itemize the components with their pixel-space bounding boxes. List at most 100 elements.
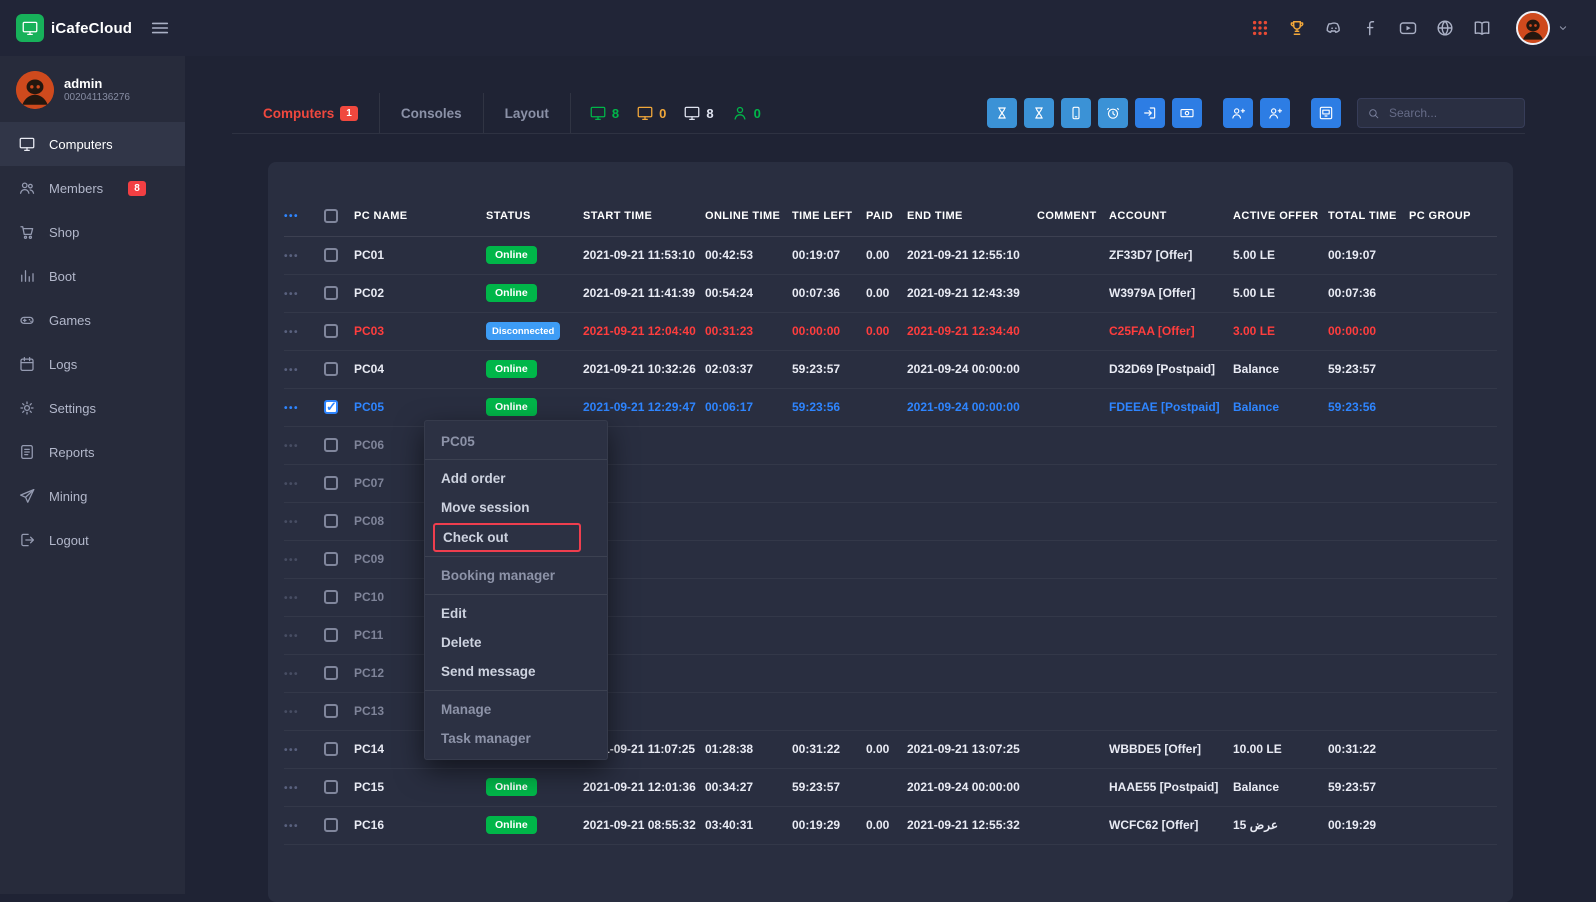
sidebar-item-shop[interactable]: Shop xyxy=(0,210,185,254)
row-checkbox[interactable] xyxy=(324,590,338,604)
book-icon[interactable] xyxy=(1472,18,1492,38)
table-row-pc04[interactable]: •••PC04Online2021-09-21 10:32:2602:03:37… xyxy=(284,350,1497,388)
menu-item-add-order[interactable]: Add order xyxy=(425,464,607,493)
user-plus-button[interactable] xyxy=(1223,98,1253,128)
youtube-icon[interactable] xyxy=(1398,18,1418,38)
cell-pc-group xyxy=(1409,236,1497,274)
row-menu-icon[interactable]: ••• xyxy=(284,669,299,680)
row-checkbox[interactable] xyxy=(324,248,338,262)
table-row-pc02[interactable]: •••PC02Online2021-09-21 11:41:3900:54:24… xyxy=(284,274,1497,312)
table-row-pc03[interactable]: •••PC03Disconnected2021-09-21 12:04:4000… xyxy=(284,312,1497,350)
row-menu-icon[interactable]: ••• xyxy=(284,289,299,300)
user-id: 002041136276 xyxy=(64,91,130,104)
sidebar-item-mining[interactable]: Mining xyxy=(0,474,185,518)
select-all-checkbox[interactable] xyxy=(324,209,338,223)
monitor-box-button[interactable] xyxy=(1311,98,1341,128)
row-checkbox[interactable] xyxy=(324,514,338,528)
row-checkbox[interactable] xyxy=(324,666,338,680)
sidebar-item-logout[interactable]: Logout xyxy=(0,518,185,562)
hourglass-button[interactable] xyxy=(1024,98,1054,128)
cell-account: C25FAA [Offer] xyxy=(1109,312,1233,350)
cell-online-time: 00:06:17 xyxy=(705,388,792,426)
cell-paid: 0.00 xyxy=(866,274,907,312)
menu-item-manage[interactable]: Manage xyxy=(425,695,607,724)
row-menu-icon[interactable]: ••• xyxy=(284,555,299,566)
table-row-pc15[interactable]: •••PC15Online2021-09-21 12:01:3600:34:27… xyxy=(284,768,1497,806)
row-checkbox[interactable] xyxy=(324,286,338,300)
cell-pc-group xyxy=(1409,616,1497,654)
row-checkbox[interactable] xyxy=(324,476,338,490)
row-menu-icon[interactable]: ••• xyxy=(284,403,299,414)
cell-pc-name: PC01 xyxy=(354,236,486,274)
row-checkbox[interactable] xyxy=(324,552,338,566)
search-input[interactable] xyxy=(1387,105,1515,121)
row-menu-icon[interactable]: ••• xyxy=(284,783,299,794)
discord-icon[interactable] xyxy=(1324,18,1344,38)
trophy-icon[interactable] xyxy=(1287,18,1307,38)
cell-active-offer xyxy=(1233,654,1328,692)
sidebar-item-boot[interactable]: Boot xyxy=(0,254,185,298)
sidebar-item-games[interactable]: Games xyxy=(0,298,185,342)
sign-out-icon xyxy=(1142,105,1158,121)
row-checkbox[interactable] xyxy=(324,818,338,832)
hourglass-button[interactable] xyxy=(987,98,1017,128)
sidebar-item-settings[interactable]: Settings xyxy=(0,386,185,430)
menu-item-task-manager[interactable]: Task manager xyxy=(425,724,607,753)
row-checkbox[interactable] xyxy=(324,362,338,376)
table-row-pc01[interactable]: •••PC01Online2021-09-21 11:53:1000:42:53… xyxy=(284,236,1497,274)
row-menu-icon[interactable]: ••• xyxy=(284,365,299,376)
row-checkbox[interactable] xyxy=(324,628,338,642)
sidebar-user-card[interactable]: admin 002041136276 xyxy=(0,56,185,122)
menu-item-check-out[interactable]: Check out xyxy=(433,523,581,552)
row-checkbox[interactable] xyxy=(324,780,338,794)
tab-layout[interactable]: Layout xyxy=(484,93,571,133)
row-checkbox[interactable] xyxy=(324,438,338,452)
counter-2: 8 xyxy=(683,104,713,122)
row-menu-icon[interactable]: ••• xyxy=(284,517,299,528)
profile-menu[interactable] xyxy=(1516,11,1570,45)
sign-out-button[interactable] xyxy=(1135,98,1165,128)
sidebar-item-members[interactable]: Members8 xyxy=(0,166,185,210)
menu-divider xyxy=(425,594,607,595)
row-menu-icon[interactable]: ••• xyxy=(284,631,299,642)
row-menu-icon[interactable]: ••• xyxy=(284,441,299,452)
cell-end-time xyxy=(907,692,1037,730)
globe-icon[interactable] xyxy=(1435,18,1455,38)
menu-item-move-session[interactable]: Move session xyxy=(425,493,607,522)
table-row-pc16[interactable]: •••PC16Online2021-09-21 08:55:3203:40:31… xyxy=(284,806,1497,844)
row-checkbox[interactable] xyxy=(324,324,338,338)
menu-item-delete[interactable]: Delete xyxy=(425,628,607,657)
row-checkbox[interactable] xyxy=(324,742,338,756)
row-menu-icon[interactable]: ••• xyxy=(284,707,299,718)
tab-computers[interactable]: Computers1 xyxy=(242,93,380,133)
facebook-icon[interactable] xyxy=(1361,18,1381,38)
row-checkbox[interactable] xyxy=(324,400,338,414)
menu-item-send-message[interactable]: Send message xyxy=(425,657,607,686)
user-plus-button[interactable] xyxy=(1260,98,1290,128)
apps-grid-icon[interactable] xyxy=(1250,18,1270,38)
tab-consoles[interactable]: Consoles xyxy=(380,93,484,133)
sidebar-item-logs[interactable]: Logs xyxy=(0,342,185,386)
status-badge: Online xyxy=(486,816,537,834)
row-menu-icon[interactable]: ••• xyxy=(284,251,299,262)
cell-time-left: 00:31:22 xyxy=(792,730,866,768)
row-checkbox[interactable] xyxy=(324,704,338,718)
row-menu-icon[interactable]: ••• xyxy=(284,327,299,338)
header-ellipsis-icon[interactable]: ••• xyxy=(284,211,299,222)
brand[interactable]: iCafeCloud xyxy=(16,14,132,42)
alarm-button[interactable] xyxy=(1098,98,1128,128)
menu-item-booking-manager[interactable]: Booking manager xyxy=(425,561,607,590)
cell-active-offer: 5.00 LE xyxy=(1233,236,1328,274)
row-menu-icon[interactable]: ••• xyxy=(284,821,299,832)
row-menu-icon[interactable]: ••• xyxy=(284,593,299,604)
cash-button[interactable] xyxy=(1172,98,1202,128)
computers-icon xyxy=(18,135,36,153)
menu-item-edit[interactable]: Edit xyxy=(425,599,607,628)
phone-button[interactable] xyxy=(1061,98,1091,128)
sidebar-item-computers[interactable]: Computers xyxy=(0,122,185,166)
row-menu-icon[interactable]: ••• xyxy=(284,745,299,756)
hamburger-menu-icon[interactable] xyxy=(149,17,171,39)
row-menu-icon[interactable]: ••• xyxy=(284,479,299,490)
cell-comment xyxy=(1037,540,1109,578)
sidebar-item-reports[interactable]: Reports xyxy=(0,430,185,474)
